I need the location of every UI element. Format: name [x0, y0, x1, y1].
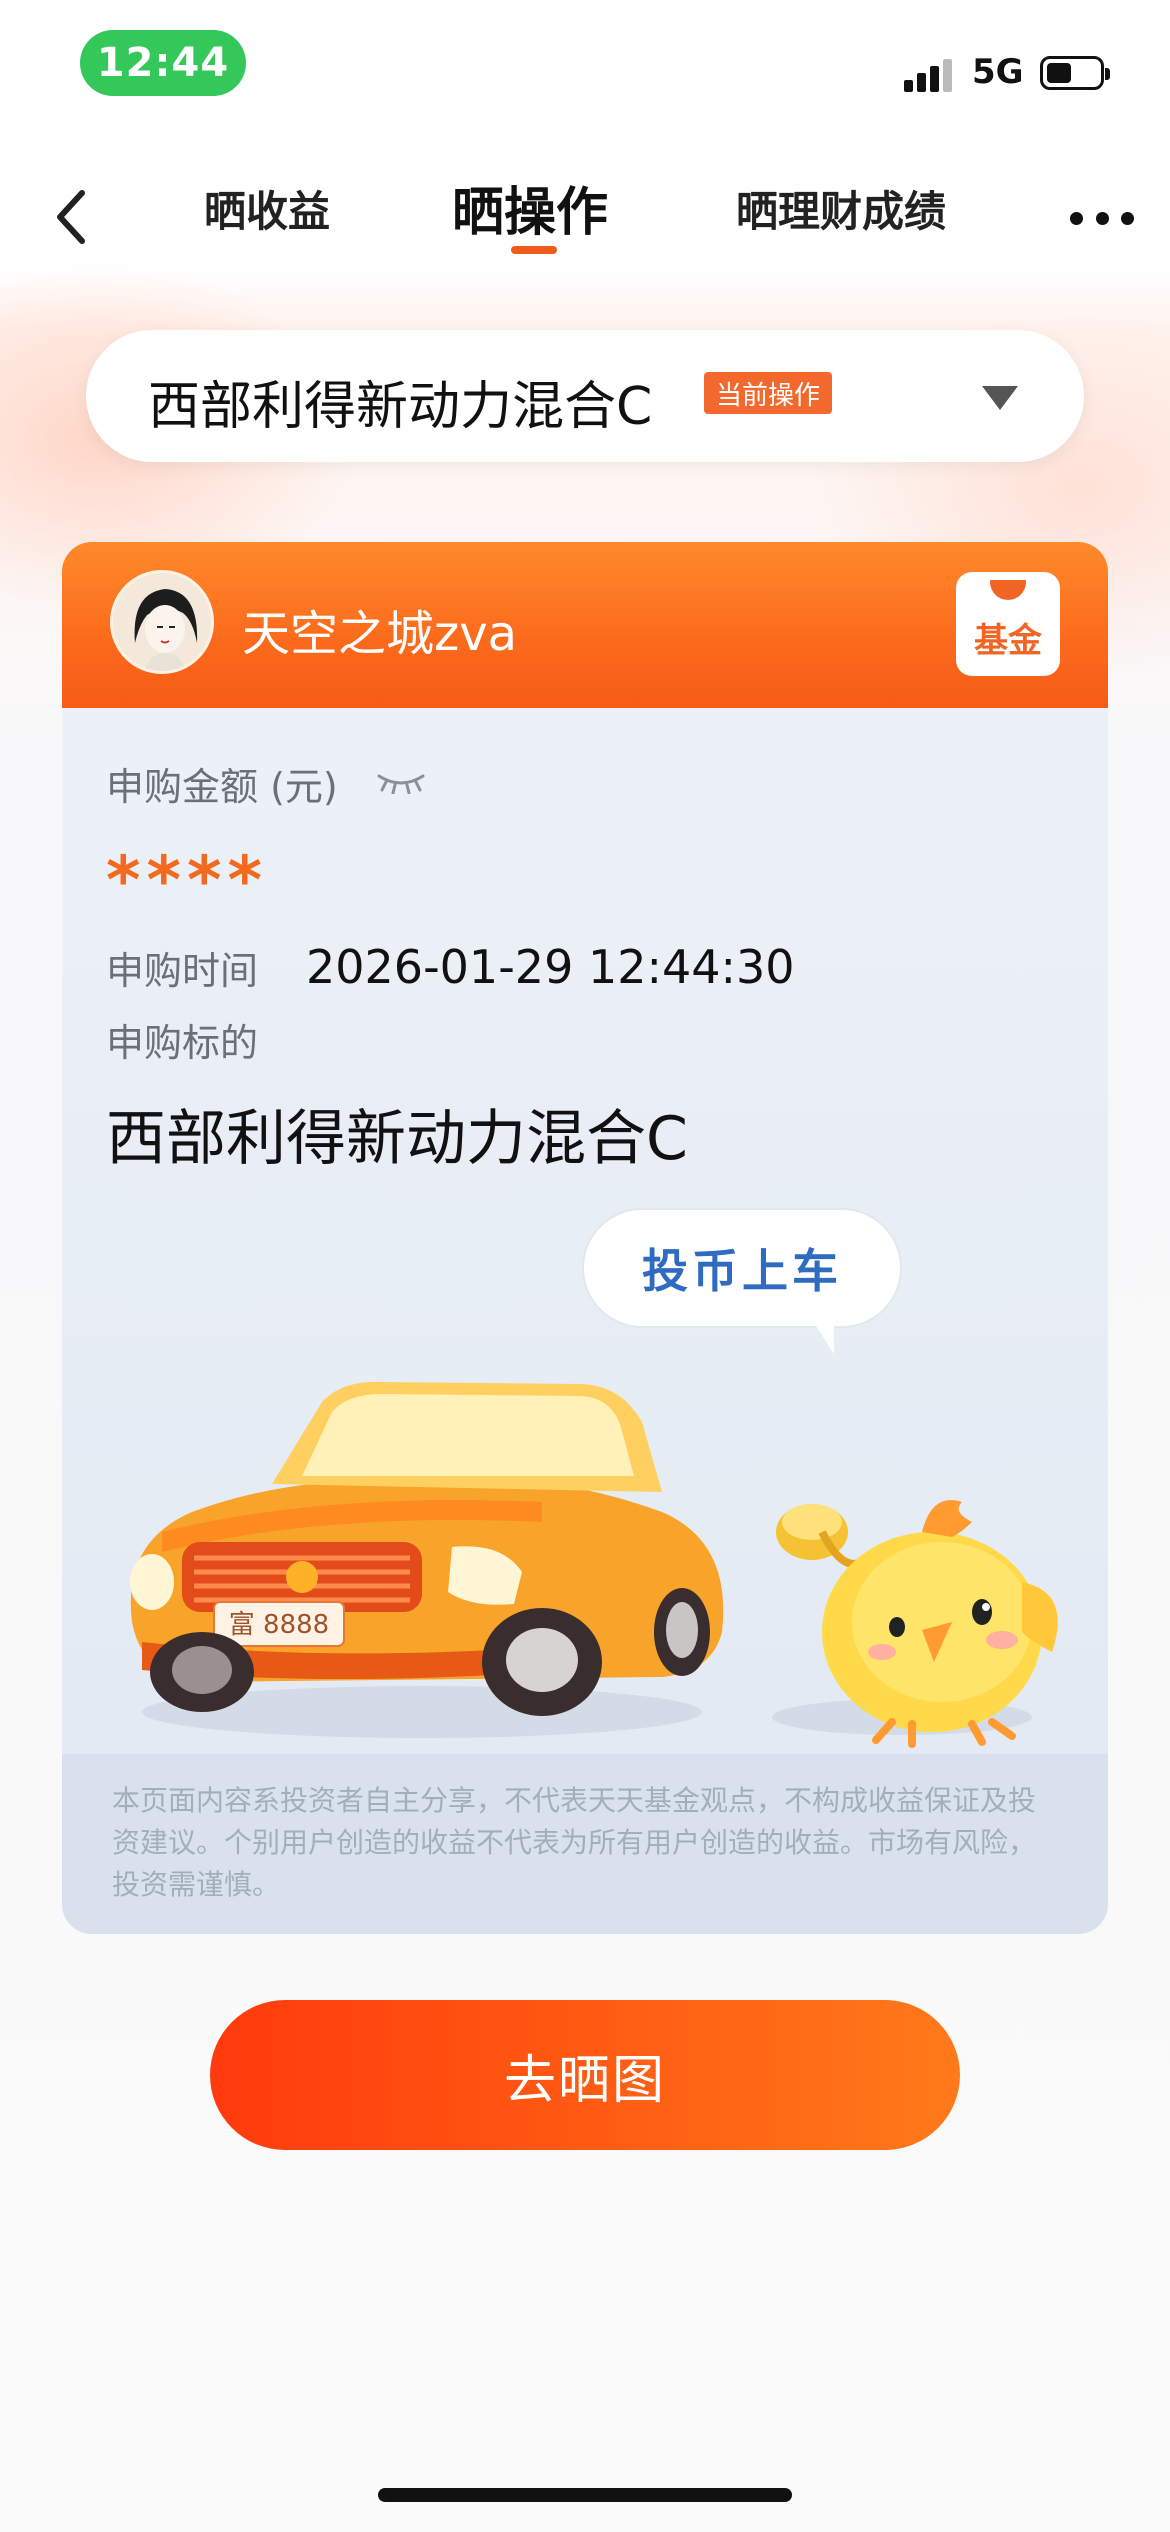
- hidden-amount: ****: [106, 842, 269, 919]
- signal-icon: [904, 58, 954, 92]
- fund-app-logo: 基金: [956, 572, 1060, 676]
- speech-bubble: 投币上车: [582, 1208, 902, 1328]
- license-plate: 富 8888: [229, 1610, 329, 1640]
- share-card: 天空之城zva 基金 申购金额 (元) **** 申购时间 2026-01-29…: [62, 542, 1108, 1934]
- status-time: 12:44: [80, 30, 246, 96]
- active-tab-indicator: [511, 246, 557, 254]
- speech-bubble-tail: [812, 1320, 834, 1354]
- back-icon[interactable]: [46, 182, 96, 252]
- disclaimer: 本页面内容系投资者自主分享，不代表天天基金观点，不构成收益保证及投资建议。个别用…: [62, 1754, 1108, 1934]
- current-operation-badge: 当前操作: [704, 372, 833, 414]
- battery-icon: [1040, 56, 1110, 90]
- avatar: [110, 570, 214, 674]
- tab-share-earnings[interactable]: 晒收益: [204, 178, 330, 239]
- dropdown-arrow-icon[interactable]: [982, 386, 1018, 410]
- home-indicator: [378, 2488, 792, 2502]
- username: 天空之城zva: [242, 606, 518, 662]
- card-header: 天空之城zva 基金: [62, 542, 1108, 708]
- target-value: 西部利得新动力混合C: [106, 1104, 688, 1174]
- target-label: 申购标的: [106, 1021, 259, 1065]
- top-nav: 晒收益 晒操作 晒理财成绩: [0, 160, 1170, 270]
- tab-share-operation[interactable]: 晒操作: [452, 170, 608, 245]
- eye-closed-icon[interactable]: [376, 770, 426, 794]
- time-value: 2026-01-29 12:44:30: [306, 940, 795, 994]
- amount-label: 申购金额 (元): [106, 765, 338, 809]
- logo-text: 基金: [974, 621, 1042, 661]
- network-type: 5G: [972, 52, 1024, 92]
- time-label: 申购时间: [106, 949, 259, 993]
- screen: 12:44 5G 晒收益 晒操作 晒理财成绩 西部利得新动力混合C 当前操作 天…: [0, 0, 1170, 2532]
- logo-mark-icon: [990, 580, 1026, 600]
- go-share-image-button[interactable]: 去晒图: [210, 2000, 960, 2150]
- car-chick-illustration: 富 8888: [130, 1381, 1058, 1748]
- fund-selector[interactable]: 西部利得新动力混合C 当前操作: [86, 330, 1084, 462]
- tab-share-results[interactable]: 晒理财成绩: [736, 178, 946, 239]
- selected-fund-name: 西部利得新动力混合C: [148, 377, 653, 437]
- more-icon[interactable]: [1070, 188, 1134, 248]
